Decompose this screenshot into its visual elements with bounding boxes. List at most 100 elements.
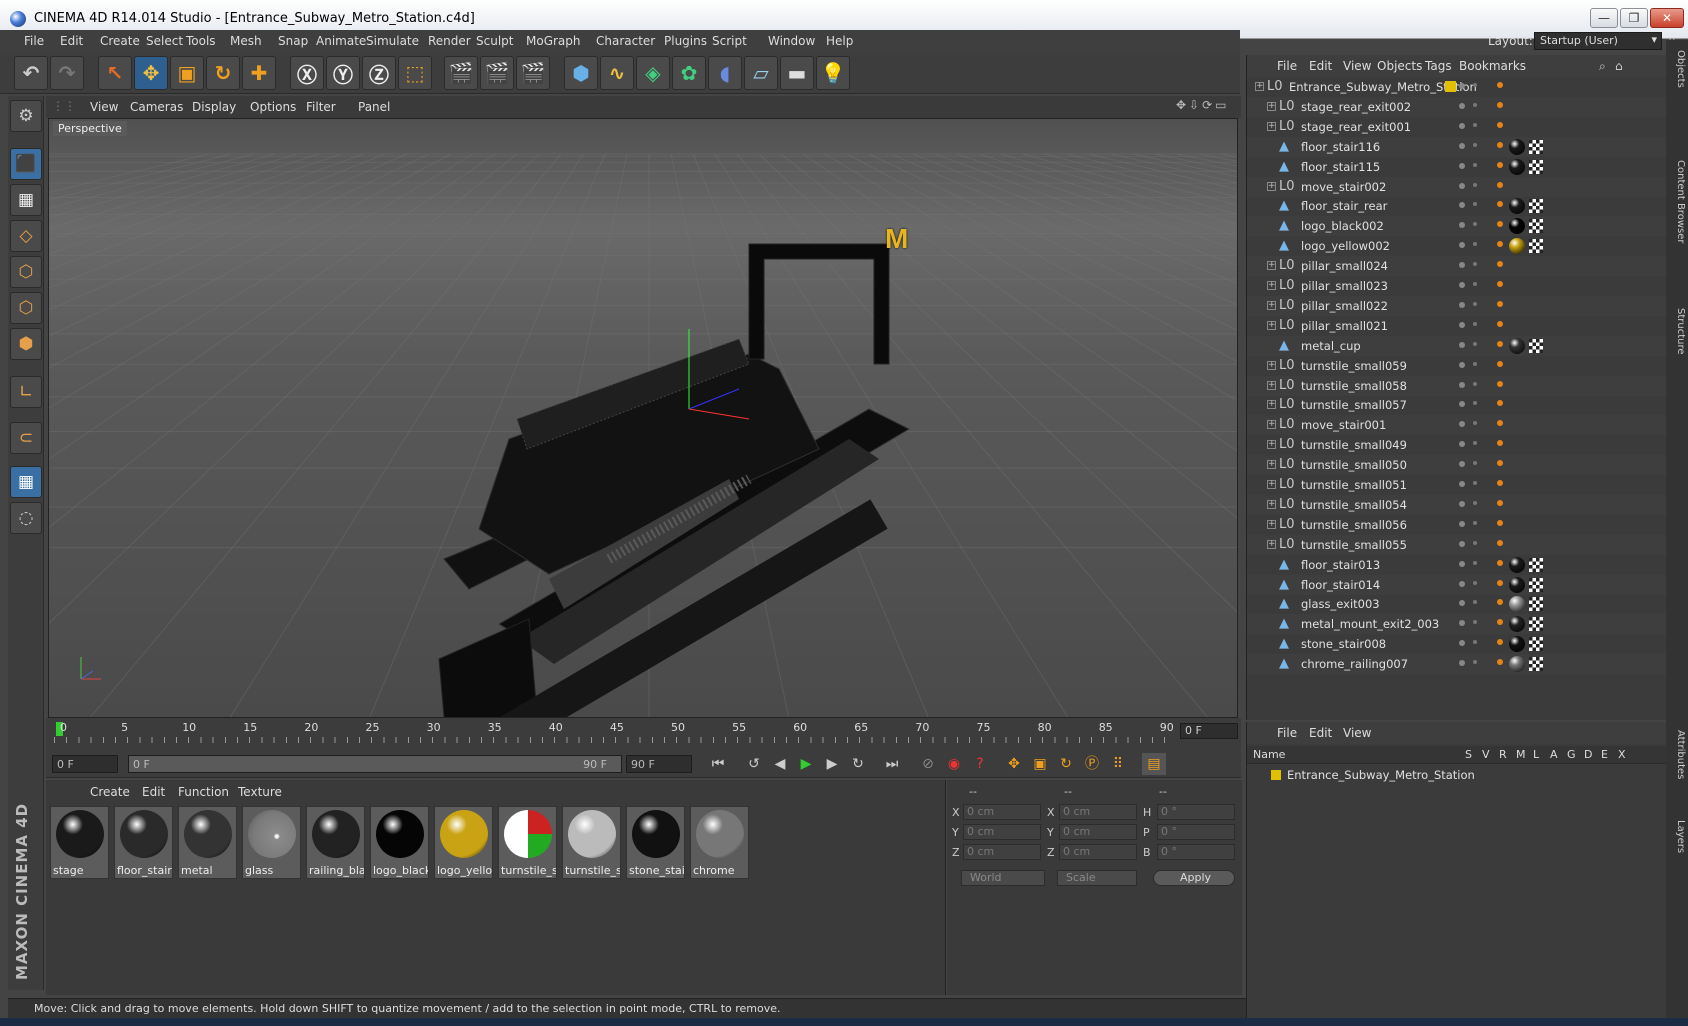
record-scale-icon[interactable]: ▣: [1028, 753, 1052, 775]
material-swatch[interactable]: logo_black: [370, 806, 429, 879]
material-swatch[interactable]: chrome: [690, 806, 749, 879]
menu-render[interactable]: Render: [428, 34, 471, 48]
light-bulb-icon[interactable]: 💡: [816, 56, 850, 90]
tag-icon[interactable]: [1497, 499, 1503, 506]
tag-icon[interactable]: [1497, 599, 1503, 606]
editor-visibility-dot[interactable]: [1459, 242, 1465, 249]
make-editable-icon[interactable]: ⚙: [10, 100, 42, 132]
minimize-button[interactable]: —: [1590, 8, 1618, 28]
object-row[interactable]: ▲ floor_stair014: [1247, 574, 1667, 595]
object-row[interactable]: ▲ metal_mount_exit2_003: [1247, 614, 1667, 635]
workplane-lock-icon[interactable]: ▦: [10, 466, 42, 498]
object-row[interactable]: + L0 turnstile_small058: [1247, 375, 1667, 396]
render-visibility-dot[interactable]: [1473, 520, 1477, 525]
render-visibility-dot[interactable]: [1473, 620, 1477, 625]
layer-column-e[interactable]: E: [1601, 748, 1608, 761]
editor-visibility-dot[interactable]: [1459, 580, 1465, 587]
render-visibility-dot[interactable]: [1473, 122, 1477, 127]
cube-primitive-icon[interactable]: ⬢: [564, 56, 598, 90]
menu-sculpt[interactable]: Sculpt: [476, 34, 513, 48]
previous-frame-icon[interactable]: ◀: [768, 753, 792, 775]
editor-visibility-dot[interactable]: [1459, 560, 1465, 567]
tag-icon[interactable]: [1497, 519, 1503, 526]
editor-visibility-dot[interactable]: [1459, 222, 1465, 229]
menu-tools[interactable]: Tools: [186, 34, 216, 48]
y-axis-lock-icon[interactable]: Ⓨ: [326, 56, 360, 90]
side-tab-structure[interactable]: Structure: [1668, 308, 1686, 355]
layer-column-m[interactable]: M: [1516, 748, 1526, 761]
menu-script[interactable]: Script: [712, 34, 747, 48]
layer-column-v[interactable]: V: [1482, 748, 1490, 761]
viewport-menu-panel[interactable]: Panel: [358, 100, 390, 114]
material-menu-texture[interactable]: Texture: [238, 785, 282, 799]
material-swatch[interactable]: floor_stair: [114, 806, 173, 879]
uvw-tag-icon[interactable]: [1529, 139, 1543, 154]
object-row[interactable]: + L0 pillar_small023: [1247, 276, 1667, 296]
live-select-add-icon[interactable]: ✚: [242, 56, 276, 90]
select-pointer-icon[interactable]: ↖: [98, 56, 132, 90]
render-visibility-dot[interactable]: [1473, 83, 1477, 87]
layer-menu-view[interactable]: View: [1343, 726, 1371, 740]
tag-icon[interactable]: [1497, 221, 1503, 228]
material-tag-icon[interactable]: [1509, 158, 1525, 175]
rotation-field[interactable]: 0 °: [1157, 844, 1235, 860]
tag-icon[interactable]: [1497, 559, 1503, 566]
move-tool-icon[interactable]: ✥: [134, 56, 168, 90]
expand-toggle-icon[interactable]: +: [1267, 300, 1276, 310]
tag-icon[interactable]: [1497, 320, 1503, 327]
render-view-icon[interactable]: 🎬: [444, 56, 478, 90]
menu-snap[interactable]: Snap: [278, 34, 308, 48]
expand-toggle-icon[interactable]: +: [1267, 460, 1276, 470]
record-position-icon[interactable]: ✥: [1002, 753, 1026, 775]
object-row[interactable]: + L0 pillar_small024: [1247, 256, 1667, 277]
editor-visibility-dot[interactable]: [1459, 401, 1465, 408]
record-parameter-icon[interactable]: Ⓟ: [1080, 753, 1104, 775]
timeline-window-icon[interactable]: ▤: [1142, 753, 1166, 775]
editor-visibility-dot[interactable]: [1459, 301, 1465, 308]
object-row[interactable]: + L0 Entrance_Subway_Metro_Station: [1247, 77, 1667, 97]
rotate-tool-icon[interactable]: ↻: [206, 56, 240, 90]
object-row[interactable]: ▲ logo_yellow002: [1247, 236, 1667, 256]
editor-visibility-dot[interactable]: [1459, 361, 1465, 368]
object-row[interactable]: ▲ logo_black002: [1247, 216, 1667, 237]
editor-visibility-dot[interactable]: [1459, 341, 1465, 348]
object-row[interactable]: + L0 turnstile_small054: [1247, 494, 1667, 515]
object-row[interactable]: ▲ metal_cup: [1247, 335, 1667, 356]
points-mode-icon[interactable]: ⬡: [10, 256, 42, 288]
record-active-objects-icon[interactable]: ◉: [942, 753, 966, 775]
position-field[interactable]: 0 cm: [963, 804, 1041, 820]
camera-icon[interactable]: ▬: [780, 56, 814, 90]
object-menu-bookmarks[interactable]: Bookmarks: [1459, 59, 1526, 73]
tag-icon[interactable]: [1497, 579, 1503, 586]
render-visibility-dot[interactable]: [1473, 182, 1477, 187]
tag-icon[interactable]: [1497, 539, 1503, 546]
render-visibility-dot[interactable]: [1473, 441, 1477, 446]
render-settings-icon[interactable]: 🎬: [516, 56, 550, 90]
side-tab-layers[interactable]: Layers: [1668, 820, 1686, 853]
editor-visibility-dot[interactable]: [1459, 540, 1465, 547]
object-row[interactable]: ▲ floor_stair116: [1247, 136, 1667, 157]
tag-icon[interactable]: [1497, 121, 1503, 128]
tag-icon[interactable]: [1497, 161, 1503, 168]
viewport-menu-display[interactable]: Display: [192, 100, 236, 114]
uvw-tag-icon[interactable]: [1529, 617, 1543, 632]
menu-edit[interactable]: Edit: [60, 34, 83, 48]
workplane-mode-icon[interactable]: ◇: [10, 220, 42, 252]
menu-help[interactable]: Help: [826, 34, 853, 48]
render-picture-viewer-icon[interactable]: 🎬: [480, 56, 514, 90]
expand-toggle-icon[interactable]: +: [1267, 519, 1276, 529]
maximize-button[interactable]: ❐: [1620, 8, 1648, 28]
perspective-viewport[interactable]: M Perspective: [48, 118, 1238, 718]
tag-icon[interactable]: [1497, 340, 1503, 347]
object-menu-tags[interactable]: Tags: [1425, 59, 1452, 73]
render-visibility-dot[interactable]: [1473, 600, 1477, 605]
material-tag-icon[interactable]: [1509, 238, 1525, 255]
object-row[interactable]: + L0 stage_rear_exit001: [1247, 117, 1667, 137]
layer-column-d[interactable]: D: [1584, 748, 1592, 761]
layer-menu-edit[interactable]: Edit: [1309, 726, 1332, 740]
texture-mode-icon[interactable]: ▦: [10, 184, 42, 216]
editor-visibility-dot[interactable]: [1459, 660, 1465, 667]
start-frame-field[interactable]: 0 F: [52, 755, 118, 773]
render-visibility-dot[interactable]: [1473, 142, 1477, 147]
expand-toggle-icon[interactable]: +: [1267, 261, 1276, 271]
